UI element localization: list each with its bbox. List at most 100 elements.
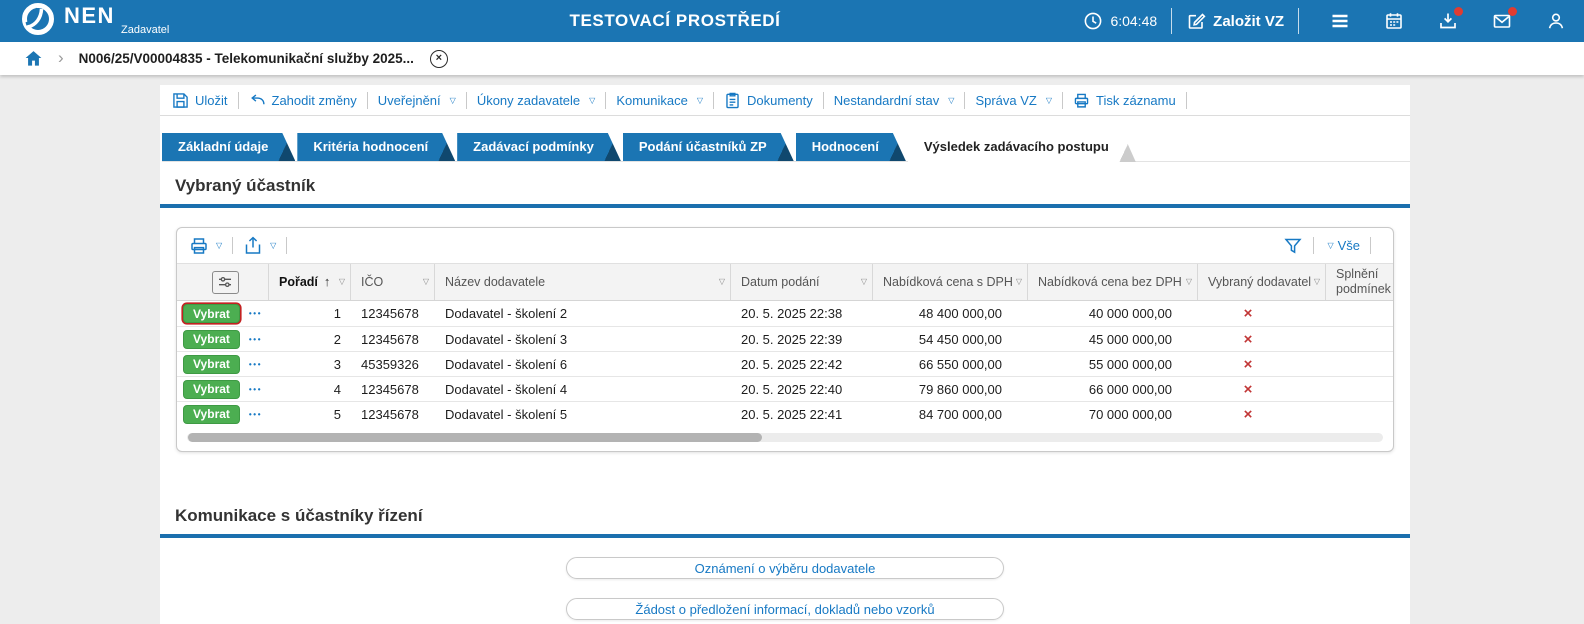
hamburger-icon	[1330, 11, 1350, 31]
cell-cena-bez-dph: 45 000 000,00	[1028, 332, 1198, 347]
row-menu-icon[interactable]: •••	[249, 360, 262, 369]
sliders-icon	[217, 274, 233, 290]
row-menu-icon[interactable]: •••	[249, 385, 262, 394]
column-header-nazev-dodavatele[interactable]: Název dodavatele ▽	[435, 264, 731, 300]
vz-admin-menu[interactable]: Správa VZ ▽	[975, 93, 1052, 108]
vybrat-button[interactable]: Vybrat	[183, 330, 240, 349]
user-icon	[1546, 11, 1566, 31]
column-header-cena-s-dph[interactable]: Nabídková cena s DPH ▽	[873, 264, 1028, 300]
content-column: Uložit Zahodit změny Uveřejnění ▽ Úkony …	[160, 85, 1410, 624]
discard-changes-button[interactable]: Zahodit změny	[249, 92, 357, 109]
cell-ico: 12345678	[351, 332, 435, 347]
divider	[713, 92, 714, 109]
nen-logo[interactable]: NEN Zadavatel	[20, 1, 115, 41]
column-label: Pořadí	[279, 275, 318, 290]
chevron-down-icon: ▽	[948, 96, 954, 105]
column-label: Nabídková cena s DPH	[883, 275, 1014, 290]
printer-icon	[1073, 92, 1090, 109]
breadcrumb: › N006/25/V00004835 - Telekomunikační sl…	[0, 42, 1584, 75]
print-record-button[interactable]: Tisk záznamu	[1073, 92, 1176, 109]
participants-table-panel: ▽ ▽ ▽ Vše	[176, 227, 1394, 452]
divider	[238, 92, 239, 109]
column-header-splneni-podminek[interactable]: Splnění podmínek	[1326, 264, 1393, 300]
documents-button[interactable]: Dokumenty	[724, 92, 813, 109]
tab-label: Zadávací podmínky	[473, 139, 594, 154]
publish-menu[interactable]: Uveřejnění ▽	[378, 93, 456, 108]
downloads-button[interactable]	[1438, 11, 1458, 31]
zalozit-vz-button[interactable]: Založit VZ	[1186, 11, 1284, 31]
zadost-o-predlozeni-button[interactable]: Žádost o předložení informací, dokladů n…	[566, 598, 1004, 620]
nonstandard-state-menu[interactable]: Nestandardní stav ▽	[834, 93, 955, 108]
cell-nazev-dodavatele: Dodavatel - školení 6	[435, 357, 731, 372]
tab-label: Podání účastníků ZP	[639, 139, 767, 154]
tab-4[interactable]: Hodnocení	[796, 133, 906, 161]
column-filter-icon[interactable]: ▽	[719, 277, 725, 287]
cell-cena-bez-dph: 55 000 000,00	[1028, 357, 1198, 372]
home-icon[interactable]	[24, 49, 43, 68]
column-filter-icon[interactable]: ▽	[1186, 277, 1192, 287]
vybrat-button[interactable]: Vybrat	[183, 355, 240, 374]
tab-label: Základní údaje	[178, 139, 268, 154]
cell-datum-podani: 20. 5. 2025 22:42	[731, 357, 873, 372]
oznameni-o-vyberu-button[interactable]: Oznámení o výběru dodavatele	[566, 557, 1004, 579]
column-header-datum-podani[interactable]: Datum podání ▽	[731, 264, 873, 300]
vybrat-button[interactable]: Vybrat	[183, 405, 240, 424]
cell-ico: 12345678	[351, 306, 435, 321]
grid-filter-button[interactable]	[1283, 236, 1303, 256]
column-filter-icon[interactable]: ▽	[1016, 277, 1022, 287]
column-filter-icon[interactable]: ▽	[1314, 277, 1320, 287]
tab-2[interactable]: Zadávací podmínky	[457, 133, 621, 161]
profile-button[interactable]	[1546, 11, 1566, 31]
session-time: 6:04:48	[1110, 13, 1157, 29]
row-menu-icon[interactable]: •••	[249, 335, 262, 344]
tab-5[interactable]: Výsledek zadávacího postupu	[908, 133, 1136, 162]
print-record-label: Tisk záznamu	[1096, 93, 1176, 108]
cell-cena-s-dph: 79 860 000,00	[873, 382, 1028, 397]
cell-nazev-dodavatele: Dodavatel - školení 2	[435, 306, 731, 321]
view-filter-select[interactable]: ▽ Vše	[1324, 238, 1360, 253]
divider	[1186, 92, 1187, 109]
horizontal-scrollbar[interactable]	[187, 433, 1383, 442]
vybrat-button[interactable]: Vybrat	[183, 380, 240, 399]
tab-label: Hodnocení	[812, 139, 879, 154]
vybrat-button[interactable]: Vybrat	[183, 304, 240, 323]
logo-text: NEN	[64, 3, 115, 28]
row-menu-icon[interactable]: •••	[249, 309, 262, 318]
menu-button[interactable]	[1330, 11, 1350, 31]
not-selected-mark: ×	[1198, 357, 1326, 372]
divider	[232, 237, 233, 254]
column-filter-icon[interactable]: ▽	[423, 277, 429, 287]
logo-subtitle: Zadavatel	[121, 24, 169, 36]
column-filter-icon[interactable]: ▽	[339, 277, 345, 287]
close-tab-icon[interactable]: ×	[430, 50, 448, 68]
tab-0[interactable]: Základní údaje	[162, 133, 295, 161]
cell-cena-bez-dph: 66 000 000,00	[1028, 382, 1198, 397]
row-menu-icon[interactable]: •••	[249, 410, 262, 419]
not-selected-mark: ×	[1198, 382, 1326, 397]
column-header-ico[interactable]: IČO ▽	[351, 264, 435, 300]
communication-menu[interactable]: Komunikace ▽	[616, 93, 703, 108]
calendar-button[interactable]	[1384, 11, 1404, 31]
contracting-actions-menu[interactable]: Úkony zadavatele ▽	[477, 93, 596, 108]
clipboard-icon	[724, 92, 741, 109]
column-header-vybrany-dodavatel[interactable]: Vybraný dodavatel ▽	[1198, 264, 1326, 300]
cell-poradi: 5	[269, 407, 351, 422]
column-filter-icon[interactable]: ▽	[861, 277, 867, 287]
export-icon	[243, 236, 263, 256]
messages-button[interactable]	[1492, 11, 1512, 31]
scrollbar-thumb[interactable]	[188, 433, 762, 442]
cell-cena-bez-dph: 70 000 000,00	[1028, 407, 1198, 422]
column-settings-button[interactable]	[212, 271, 239, 294]
chevron-down-icon: ▽	[450, 96, 456, 105]
tab-3[interactable]: Podání účastníků ZP	[623, 133, 794, 161]
cell-nazev-dodavatele: Dodavatel - školení 4	[435, 382, 731, 397]
zalozit-vz-label: Založit VZ	[1213, 13, 1284, 30]
tab-1[interactable]: Kritéria hodnocení	[297, 133, 455, 161]
save-button[interactable]: Uložit	[172, 92, 228, 109]
cell-poradi: 1	[269, 306, 351, 321]
breadcrumb-item[interactable]: N006/25/V00004835 - Telekomunikační služ…	[79, 51, 414, 66]
grid-export-button[interactable]: ▽	[243, 236, 276, 256]
column-header-poradi[interactable]: Pořadí ↑ ▽	[269, 264, 351, 300]
column-header-cena-bez-dph[interactable]: Nabídková cena bez DPH ▽	[1028, 264, 1198, 300]
grid-print-button[interactable]: ▽	[189, 236, 222, 256]
